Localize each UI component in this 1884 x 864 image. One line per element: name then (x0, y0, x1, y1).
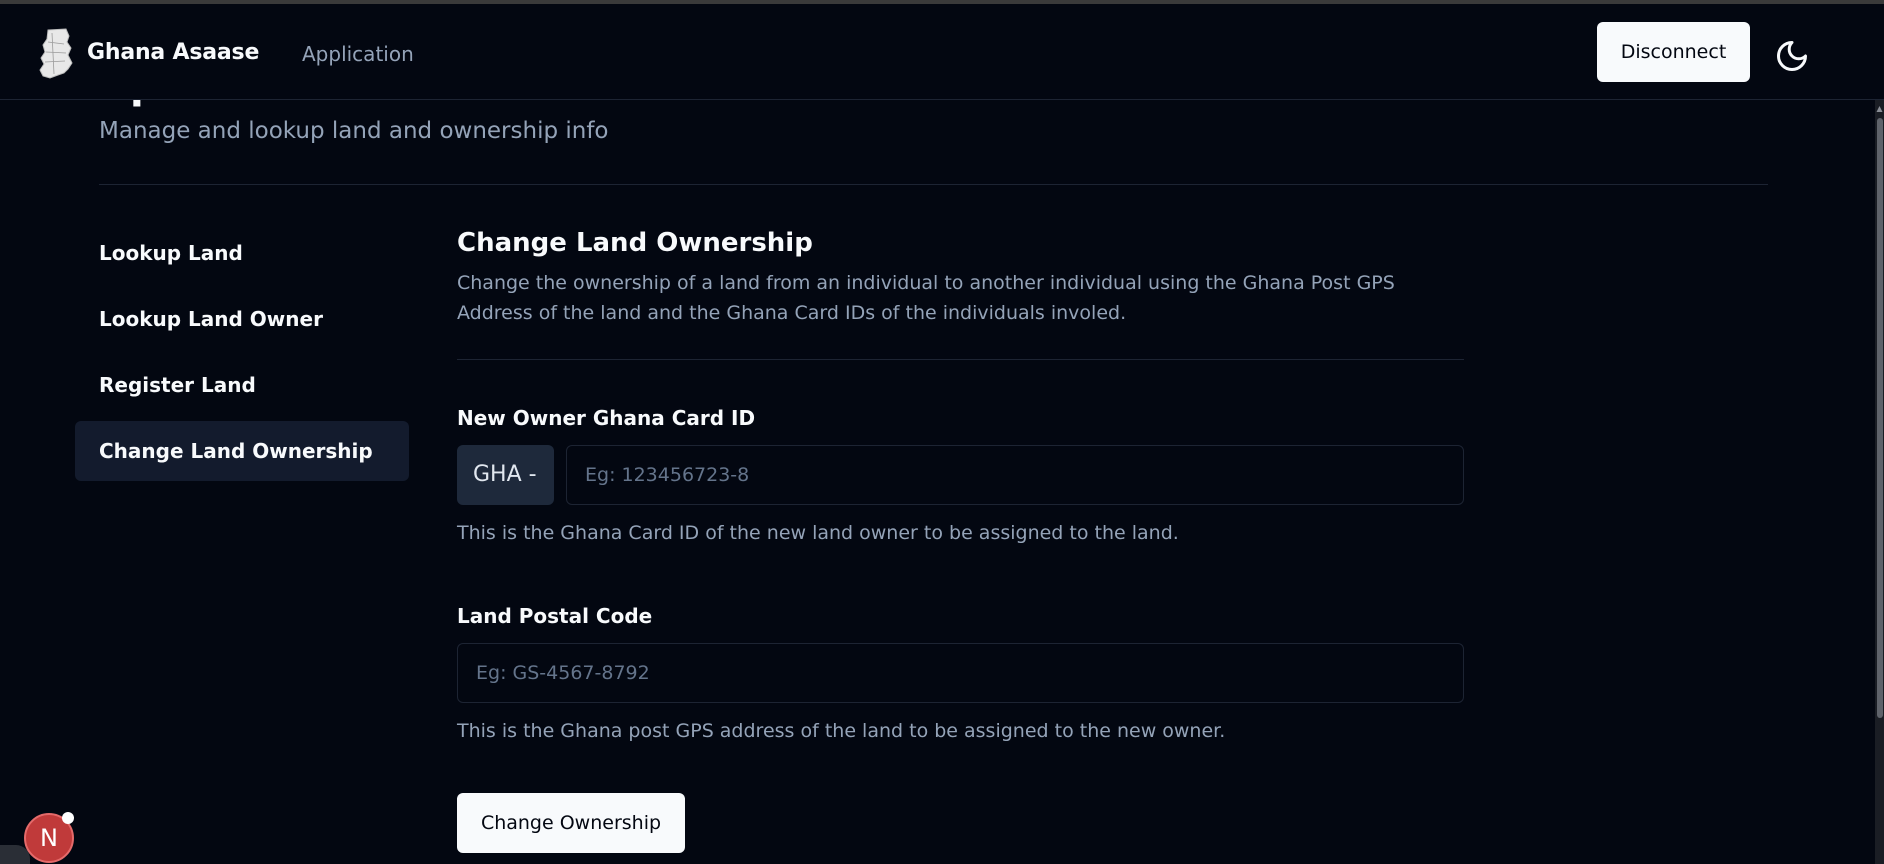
ghana-map-logo-icon[interactable] (38, 28, 78, 80)
sidebar-item-lookup-land[interactable]: Lookup Land (75, 223, 409, 283)
sidebar-item-register-land[interactable]: Register Land (75, 355, 409, 415)
disconnect-button[interactable]: Disconnect (1597, 22, 1750, 82)
new-owner-card-id-input[interactable] (566, 445, 1464, 505)
card-id-prefix: GHA - (457, 445, 554, 505)
change-ownership-button[interactable]: Change Ownership (457, 793, 685, 853)
scrollbar-thumb[interactable] (1877, 118, 1883, 718)
moon-icon[interactable] (1774, 38, 1810, 74)
nav-link-application[interactable]: Application (302, 42, 414, 66)
section-divider (99, 184, 1768, 185)
notification-dot-icon (62, 812, 74, 824)
top-navbar: Ghana Asaase Application Disconnect (0, 4, 1884, 100)
sidebar-item-lookup-land-owner[interactable]: Lookup Land Owner (75, 289, 409, 349)
new-owner-card-id-label: New Owner Ghana Card ID (457, 406, 756, 430)
sidebar-item-change-land-ownership[interactable]: Change Land Ownership (75, 421, 409, 481)
page-subtitle: Manage and lookup land and ownership inf… (99, 118, 609, 144)
land-postal-code-input[interactable] (457, 643, 1464, 703)
brand-name[interactable]: Ghana Asaase (87, 40, 259, 65)
form-description: Change the ownership of a land from an i… (457, 272, 1395, 324)
land-postal-code-hint: This is the Ghana post GPS address of th… (457, 720, 1226, 742)
form-divider (457, 359, 1464, 360)
new-owner-card-id-hint: This is the Ghana Card ID of the new lan… (457, 522, 1179, 544)
form-title: Change Land Ownership (457, 228, 813, 258)
land-postal-code-label: Land Postal Code (457, 604, 653, 628)
scroll-up-arrow-icon[interactable] (1876, 104, 1883, 114)
